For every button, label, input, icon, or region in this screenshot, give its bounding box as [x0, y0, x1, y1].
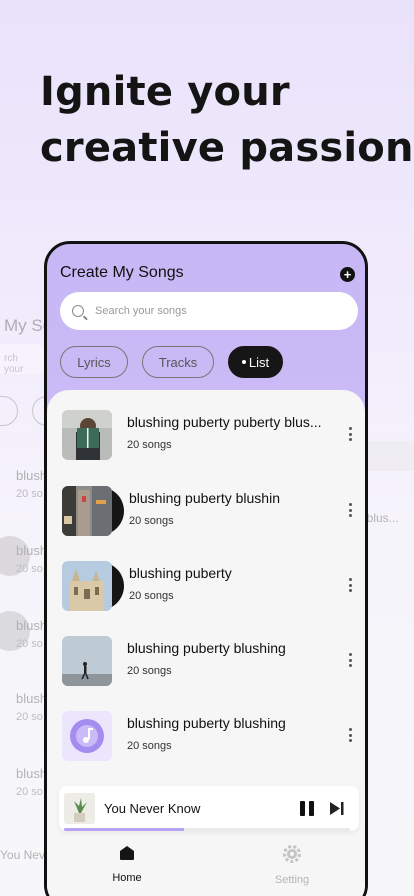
- headline-line-2: creative passion: [40, 125, 414, 171]
- tab-bar: Lyrics Tracks List: [60, 346, 283, 378]
- more-options-icon[interactable]: [348, 653, 352, 667]
- now-playing-thumbnail: [64, 793, 95, 824]
- song-item[interactable]: blushing puberty blushin 20 songs: [47, 486, 365, 556]
- gear-icon: [283, 845, 301, 863]
- search-input[interactable]: [95, 305, 325, 317]
- tab-list[interactable]: List: [228, 346, 283, 378]
- nav-home[interactable]: Home: [87, 844, 167, 884]
- ghost-search: rch your: [0, 344, 50, 375]
- app-header: Create My Songs + Lyrics Tracks List: [47, 244, 365, 404]
- ghost-row-title: blush: [16, 691, 48, 706]
- skip-next-icon: [330, 802, 344, 815]
- next-track-button[interactable]: [329, 801, 345, 816]
- plus-icon: +: [343, 267, 352, 282]
- home-icon: [120, 846, 134, 860]
- ghost-tab: [0, 396, 18, 426]
- song-thumbnail: [62, 711, 122, 761]
- search-bar[interactable]: [60, 292, 358, 330]
- headline-line-1: Ignite your: [40, 69, 290, 115]
- playback-progress-fill: [64, 828, 185, 831]
- mini-player[interactable]: You Never Know: [59, 786, 359, 831]
- song-item[interactable]: blushing puberty 20 songs: [47, 561, 365, 631]
- person-reading-book-image: [62, 410, 112, 460]
- nav-setting-label: Setting: [274, 874, 310, 886]
- song-item[interactable]: blushing puberty blushing 20 songs: [47, 711, 365, 781]
- song-thumbnail: [62, 561, 124, 611]
- ghost-row-count: 20 so: [16, 786, 43, 798]
- person-walking-sky-image: [62, 636, 112, 686]
- city-street-image: [62, 486, 112, 536]
- cathedral-image: [62, 561, 112, 611]
- ghost-row-title: blush: [16, 468, 48, 483]
- bottom-nav: Home Setting: [47, 839, 365, 896]
- now-playing-title: You Never Know: [104, 801, 201, 816]
- song-thumbnail: [62, 486, 124, 536]
- tab-lyrics[interactable]: Lyrics: [60, 346, 128, 378]
- ghost-row-count: 20 so: [16, 711, 43, 723]
- ghost-row-count: 20 so: [16, 488, 43, 500]
- more-options-icon[interactable]: [348, 578, 352, 592]
- headline: Ignite your creative passion: [40, 64, 414, 176]
- ghost-row-count: 20 so: [16, 563, 43, 575]
- music-note-app-icon: [62, 711, 112, 761]
- add-song-button[interactable]: +: [340, 267, 355, 282]
- active-dot-icon: [241, 360, 246, 364]
- song-title: blushing puberty blushing: [127, 640, 286, 656]
- playback-progress-bar[interactable]: [64, 828, 350, 831]
- song-thumbnail: [62, 410, 122, 460]
- song-count: 20 songs: [127, 439, 172, 451]
- more-options-icon[interactable]: [348, 427, 352, 441]
- song-title: blushing puberty blushing: [127, 715, 286, 731]
- ghost-row-title: blush: [16, 766, 48, 781]
- nav-setting[interactable]: Setting: [252, 844, 332, 886]
- song-item[interactable]: blushing puberty puberty blus... 20 song…: [47, 410, 365, 480]
- page-title: Create My Songs: [60, 264, 184, 281]
- song-count: 20 songs: [127, 740, 172, 752]
- ghost-row-title: blush: [16, 543, 48, 558]
- song-item[interactable]: blushing puberty blushing 20 songs: [47, 636, 365, 706]
- phone-mockup: Create My Songs + Lyrics Tracks List: [44, 241, 368, 896]
- song-title: blushing puberty puberty blus...: [127, 414, 322, 430]
- song-count: 20 songs: [129, 515, 174, 527]
- ghost-row-count: 20 so: [16, 638, 43, 650]
- nav-home-label: Home: [112, 872, 142, 884]
- pause-button[interactable]: [300, 801, 314, 816]
- song-count: 20 songs: [129, 590, 174, 602]
- more-options-icon[interactable]: [348, 728, 352, 742]
- tab-tracks[interactable]: Tracks: [142, 346, 214, 378]
- song-title: blushing puberty: [129, 565, 232, 581]
- song-thumbnail: [62, 636, 122, 686]
- search-icon: [72, 305, 84, 317]
- more-options-icon[interactable]: [348, 503, 352, 517]
- song-title: blushing puberty blushin: [129, 490, 280, 506]
- tab-list-label: List: [248, 354, 270, 370]
- song-count: 20 songs: [127, 665, 172, 677]
- ghost-row-title: blush: [16, 618, 48, 633]
